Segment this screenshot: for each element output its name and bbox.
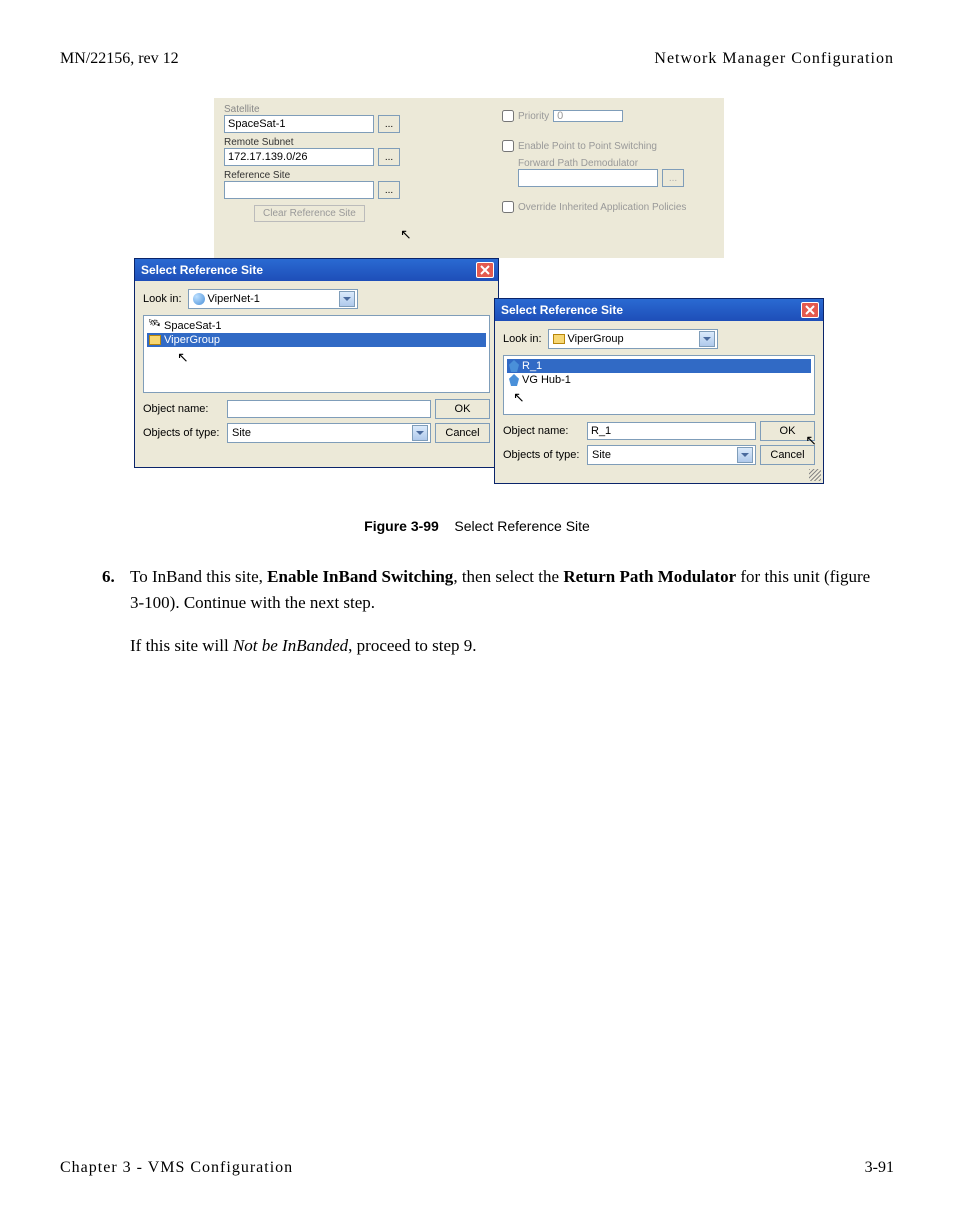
priority-checkbox[interactable] (502, 110, 514, 122)
satellite-icon (149, 320, 161, 332)
select-reference-site-dialog-2: Select Reference Site Look in: ViperGrou… (494, 298, 824, 484)
close-icon (480, 265, 490, 275)
forward-path-browse-button: ... (662, 169, 684, 187)
page-number: 3-91 (865, 1159, 894, 1177)
dialog1-object-name-input[interactable] (227, 400, 431, 418)
dialog1-lookin-value: ViperNet-1 (208, 293, 260, 305)
dialog2-object-name-label: Object name: (503, 425, 583, 437)
dialog1-listbox[interactable]: SpaceSat-1 ViperGroup ↖ (143, 315, 490, 393)
dialog2-titlebar[interactable]: Select Reference Site (495, 299, 823, 321)
dialog2-cancel-button[interactable]: Cancel (760, 445, 815, 465)
dialog2-objects-of-type-label: Objects of type: (503, 449, 583, 461)
dialog2-objects-of-type-combo[interactable]: Site (587, 445, 756, 465)
site-config-panel-right: Priority Enable Point to Point Switching… (494, 98, 724, 258)
override-policies-label: Override Inherited Application Policies (518, 202, 686, 213)
group-icon (149, 335, 161, 345)
reference-site-input[interactable] (224, 181, 374, 199)
dialog2-lookin-value: ViperGroup (568, 333, 624, 345)
dialog1-objects-of-type-combo[interactable]: Site (227, 423, 431, 443)
satellite-label: Satellite (224, 104, 484, 115)
enable-p2p-checkbox[interactable] (502, 140, 514, 152)
cursor-icon: ↖ (400, 226, 412, 243)
dialog1-title: Select Reference Site (141, 263, 263, 277)
network-icon (193, 293, 205, 305)
satellite-browse-button[interactable]: ... (378, 115, 400, 133)
dialog1-lookin-label: Look in: (143, 293, 182, 305)
dialog1-objects-of-type-label: Objects of type: (143, 427, 223, 439)
step-number: 6. (102, 564, 130, 590)
dialog2-objects-of-type-value: Site (592, 449, 611, 461)
cursor-icon: ↖ (513, 389, 525, 405)
forward-path-label: Forward Path Demodulator (518, 158, 716, 169)
list-item[interactable]: ViperGroup (147, 333, 486, 347)
site-config-panel-left: Satellite ... Remote Subnet ... Referenc… (214, 98, 494, 258)
list-item-label: VG Hub-1 (522, 374, 571, 386)
dialog2-lookin-label: Look in: (503, 333, 542, 345)
list-item-label: R_1 (522, 360, 542, 372)
site-icon (509, 374, 519, 386)
list-item[interactable]: VG Hub-1 (507, 373, 811, 387)
chevron-down-icon (412, 425, 428, 441)
chevron-down-icon (339, 291, 355, 307)
dialog2-title: Select Reference Site (501, 303, 623, 317)
dialog1-objects-of-type-value: Site (232, 427, 251, 439)
reference-site-label: Reference Site (224, 170, 484, 181)
resize-grip[interactable] (809, 469, 821, 481)
dialog1-ok-button[interactable]: OK (435, 399, 490, 419)
figure-number: Figure 3-99 (364, 518, 439, 534)
close-icon (805, 305, 815, 315)
dialog1-lookin-combo[interactable]: ViperNet-1 (188, 289, 358, 309)
chevron-down-icon (699, 331, 715, 347)
dialog1-close-button[interactable] (476, 262, 494, 278)
dialog2-listbox[interactable]: R_1 VG Hub-1 ↖ (503, 355, 815, 415)
priority-label: Priority (518, 111, 549, 122)
select-reference-site-dialog-1: Select Reference Site Look in: ViperNet-… (134, 258, 499, 468)
satellite-input[interactable] (224, 115, 374, 133)
priority-input[interactable] (553, 110, 623, 122)
figure-caption: Figure 3-99 Select Reference Site (60, 518, 894, 534)
body-paragraph-1: 6.To InBand this site, Enable InBand Swi… (130, 564, 874, 615)
override-policies-checkbox[interactable] (502, 201, 514, 213)
doc-id: MN/22156, rev 12 (60, 50, 179, 68)
doc-section-title: Network Manager Configuration (654, 50, 894, 68)
dialog1-object-name-label: Object name: (143, 403, 223, 415)
body-paragraph-2: If this site will Not be InBanded, proce… (130, 633, 874, 659)
dialog1-titlebar[interactable]: Select Reference Site (135, 259, 498, 281)
chapter-label: Chapter 3 - VMS Configuration (60, 1159, 293, 1177)
figure-3-99: Satellite ... Remote Subnet ... Referenc… (60, 98, 894, 508)
chevron-down-icon (737, 447, 753, 463)
dialog2-object-name-input[interactable] (587, 422, 756, 440)
cursor-icon: ↖ (177, 349, 189, 365)
site-icon (509, 360, 519, 372)
reference-site-browse-button[interactable]: ... (378, 181, 400, 199)
list-item-label: SpaceSat-1 (164, 320, 221, 332)
enable-p2p-label: Enable Point to Point Switching (518, 141, 657, 152)
remote-subnet-label: Remote Subnet (224, 137, 484, 148)
forward-path-input (518, 169, 658, 187)
dialog2-close-button[interactable] (801, 302, 819, 318)
dialog2-ok-button[interactable]: OK (760, 421, 815, 441)
group-icon (553, 334, 565, 344)
dialog2-lookin-combo[interactable]: ViperGroup (548, 329, 718, 349)
remote-subnet-input[interactable] (224, 148, 374, 166)
list-item[interactable]: SpaceSat-1 (147, 319, 486, 333)
figure-title: Select Reference Site (454, 518, 589, 534)
dialog1-cancel-button[interactable]: Cancel (435, 423, 490, 443)
list-item-label: ViperGroup (164, 334, 220, 346)
list-item[interactable]: R_1 (507, 359, 811, 373)
remote-subnet-browse-button[interactable]: ... (378, 148, 400, 166)
clear-reference-site-button[interactable]: Clear Reference Site (254, 205, 365, 222)
